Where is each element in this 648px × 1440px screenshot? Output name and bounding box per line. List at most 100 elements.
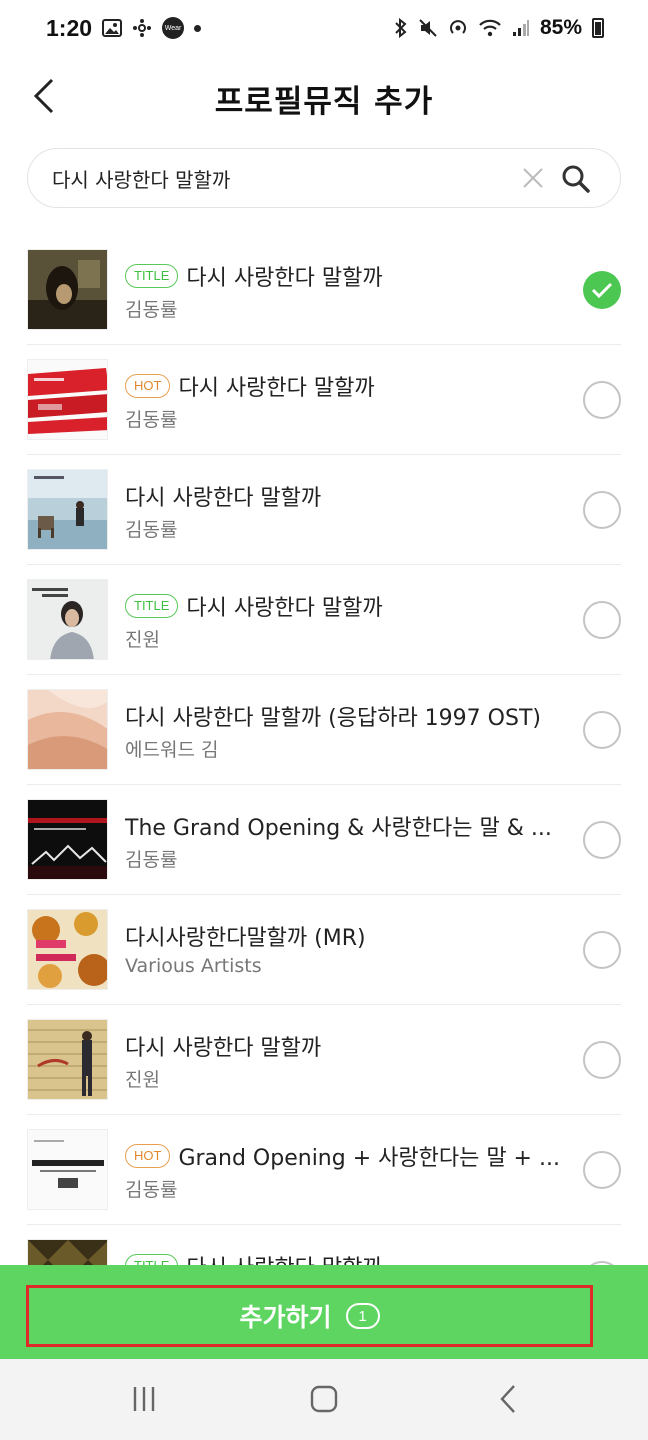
album-art (27, 1239, 108, 1265)
album-art (27, 799, 108, 880)
song-item[interactable]: 다시사랑한다말할까 (MR) Various Artists (27, 895, 621, 1005)
recent-apps-icon (133, 1387, 155, 1411)
song-title-row: TITLE 다시 사랑한다 말할까 (125, 259, 573, 293)
song-title-row: The Grand Opening & 사랑한다는 말 & ... (125, 809, 573, 843)
song-text: The Grand Opening & 사랑한다는 말 & ... 김동률 (125, 809, 573, 872)
battery-icon (592, 18, 604, 38)
song-item[interactable]: TITLE 다시 사랑한다 말할까김동률 (27, 235, 621, 345)
album-art (27, 579, 108, 660)
song-artist: 김동률 (125, 849, 178, 871)
song-item[interactable]: TITLE 다시 사랑한다 말할까 (27, 1225, 621, 1265)
select-checkbox[interactable] (583, 1151, 621, 1189)
song-title-row: 다시사랑한다말할까 (MR) (125, 919, 573, 953)
page-title: 프로필뮤직 추가 (214, 84, 434, 120)
song-title-row: TITLE 다시 사랑한다 말할까 (125, 1249, 573, 1265)
song-title: 다시 사랑한다 말할까 (186, 596, 383, 621)
album-art (27, 469, 108, 550)
song-artist: 김동률 (125, 299, 178, 321)
select-checkbox[interactable] (583, 601, 621, 639)
back-nav-button[interactable] (486, 1379, 530, 1419)
title-badge: TITLE (125, 594, 179, 618)
song-title: Grand Opening + 사랑한다는 말 + ... (178, 1146, 560, 1171)
home-button[interactable] (302, 1379, 346, 1419)
navigation-bar (0, 1359, 648, 1440)
status-bar: 1:20 Wear 85% (0, 0, 648, 56)
song-title-row: TITLE 다시 사랑한다 말할까 (125, 589, 573, 623)
song-title: 다시 사랑한다 말할까 (186, 1250, 382, 1265)
song-artist: 김동률 (125, 1179, 178, 1201)
song-text: 다시 사랑한다 말할까김동률 (125, 479, 573, 542)
song-artist: 진원 (125, 1069, 160, 1091)
hot-badge: HOT (125, 374, 171, 398)
hot-badge: HOT (125, 1144, 171, 1168)
add-bar: 추가하기 1 (0, 1265, 648, 1359)
song-title-row: 다시 사랑한다 말할까 (응답하라 1997 OST) (125, 699, 573, 733)
add-button-label: 추가하기 (239, 1303, 332, 1332)
album-art (27, 359, 108, 440)
wear-icon: Wear (162, 17, 185, 39)
song-item[interactable]: The Grand Opening & 사랑한다는 말 & ... 김동률 (27, 785, 621, 895)
title-badge: TITLE (125, 1254, 179, 1265)
song-artist: 김동률 (125, 519, 178, 541)
select-checkbox[interactable] (583, 931, 621, 969)
song-title: 다시 사랑한다 말할까 (178, 376, 375, 401)
battery-percent: 85% (539, 16, 582, 39)
song-title: 다시사랑한다말할까 (MR) (125, 926, 366, 951)
home-icon (310, 1385, 338, 1413)
song-title: 다시 사랑한다 말할까 (응답하라 1997 OST) (125, 706, 541, 731)
song-title: The Grand Opening & 사랑한다는 말 & ... (125, 816, 552, 841)
album-art (27, 1019, 108, 1100)
album-art (27, 249, 108, 330)
gallery-icon (102, 19, 123, 37)
search-button[interactable] (558, 161, 594, 197)
song-text: HOT Grand Opening + 사랑한다는 말 + ... 김동률 (125, 1139, 573, 1202)
song-item[interactable]: 다시 사랑한다 말할까 (응답하라 1997 OST) 에드워드 김 (27, 675, 621, 785)
selected-count-badge: 1 (345, 1303, 380, 1329)
hotspot-icon (448, 18, 468, 38)
song-artist: 진원 (125, 629, 160, 651)
song-text: 다시사랑한다말할까 (MR) Various Artists (125, 919, 573, 977)
song-list: TITLE 다시 사랑한다 말할까 김동률 HOT 다시 사랑한다 말할까 김동률 다시 사… (27, 235, 621, 1265)
notification-dot-icon (194, 24, 202, 32)
song-item[interactable]: HOT Grand Opening + 사랑한다는 말 + ... 김동률 (27, 1115, 621, 1225)
song-artist: 에드워드 김 (125, 739, 219, 761)
song-text: 다시 사랑한다 말할까진원 (125, 1029, 573, 1092)
status-time: 1:20 (46, 14, 93, 41)
song-text: TITLE 다시 사랑한다 말할까 (125, 1249, 573, 1265)
header: 프로필뮤직 추가 (0, 64, 648, 130)
close-icon (523, 168, 543, 188)
song-text: TITLE 다시 사랑한다 말할까진원 (125, 589, 573, 652)
song-title-row: 다시 사랑한다 말할까 (125, 1029, 573, 1063)
song-item[interactable]: HOT 다시 사랑한다 말할까 김동률 (27, 345, 621, 455)
select-checkbox[interactable] (583, 381, 621, 419)
signal-icon (512, 19, 530, 37)
song-title: 다시 사랑한다 말할까 (186, 266, 383, 291)
song-artist: Various Artists (125, 955, 262, 977)
select-checkbox[interactable] (583, 491, 621, 529)
select-checkbox[interactable] (583, 1041, 621, 1079)
song-title-row: 다시 사랑한다 말할까 (125, 479, 573, 513)
status-right: 85% (394, 16, 604, 40)
connect-icon (132, 18, 152, 38)
search-icon (562, 165, 590, 193)
search-input[interactable] (52, 149, 522, 207)
song-artist: 김동률 (125, 409, 178, 431)
song-text: 다시 사랑한다 말할까 (응답하라 1997 OST) 에드워드 김 (125, 699, 573, 762)
select-checkbox[interactable] (583, 821, 621, 859)
song-title-row: HOT 다시 사랑한다 말할까 (125, 369, 573, 403)
song-item[interactable]: 다시 사랑한다 말할까진원 (27, 1005, 621, 1115)
song-item[interactable]: 다시 사랑한다 말할까김동률 (27, 455, 621, 565)
bluetooth-icon (394, 18, 408, 38)
song-text: HOT 다시 사랑한다 말할까 김동률 (125, 369, 573, 432)
recent-apps-button[interactable] (122, 1379, 166, 1419)
song-text: TITLE 다시 사랑한다 말할까김동률 (125, 259, 573, 322)
album-art (27, 1129, 108, 1210)
song-title: 다시 사랑한다 말할까 (125, 486, 322, 511)
song-item[interactable]: TITLE 다시 사랑한다 말할까진원 (27, 565, 621, 675)
select-checkbox[interactable] (583, 711, 621, 749)
clear-button[interactable] (518, 163, 548, 193)
album-art (27, 689, 108, 770)
add-button[interactable]: 추가하기 1 (26, 1285, 593, 1347)
title-badge: TITLE (125, 264, 179, 288)
select-checkbox[interactable] (583, 271, 621, 309)
